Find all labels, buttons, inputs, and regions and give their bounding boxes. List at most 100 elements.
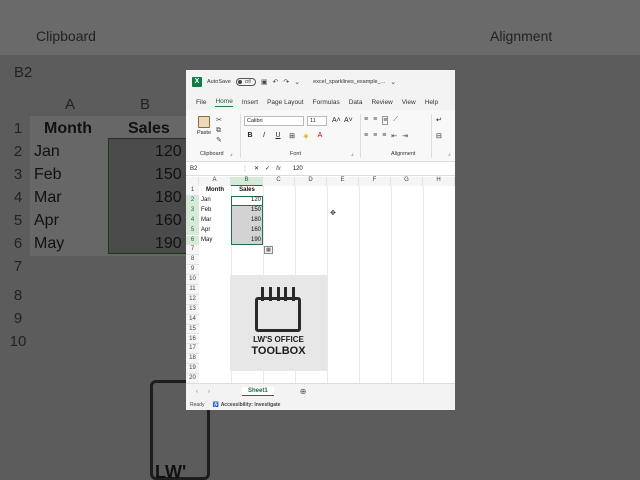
- fill-color-icon[interactable]: ◈: [302, 132, 310, 140]
- accessibility-status[interactable]: Accessibility: Investigate: [221, 402, 281, 408]
- copy-icon[interactable]: ⧉: [216, 126, 222, 136]
- column-header-a[interactable]: A: [199, 177, 231, 186]
- chevron-left-icon[interactable]: ‹: [196, 389, 198, 395]
- row-header[interactable]: 7: [186, 245, 199, 256]
- underline-button[interactable]: U: [274, 132, 282, 140]
- borders-icon[interactable]: ⊞: [288, 132, 296, 140]
- format-painter-icon[interactable]: ✎: [216, 136, 222, 146]
- tab-view[interactable]: View: [402, 99, 416, 106]
- alignment-launcher-icon[interactable]: ⌟: [448, 151, 451, 157]
- row-header[interactable]: 13: [186, 304, 199, 315]
- font-color-icon[interactable]: A: [316, 132, 324, 140]
- row-header[interactable]: 9: [186, 265, 199, 276]
- add-sheet-icon[interactable]: ⊕: [300, 387, 307, 396]
- table-cell-sales[interactable]: 160: [231, 226, 263, 236]
- name-box[interactable]: B2: [190, 166, 236, 172]
- quick-analysis-icon[interactable]: ▦: [264, 246, 273, 254]
- column-header-c[interactable]: C: [263, 177, 295, 186]
- row-header[interactable]: 6: [186, 235, 199, 246]
- tab-formulas[interactable]: Formulas: [313, 99, 340, 106]
- table-cell-month[interactable]: Feb: [199, 206, 231, 216]
- save-icon[interactable]: ▣: [261, 78, 268, 86]
- font-name-select[interactable]: Calibri: [244, 116, 304, 126]
- row-header[interactable]: 19: [186, 364, 199, 375]
- increase-indent-icon[interactable]: ⇥: [402, 132, 408, 140]
- sheet-tab-sheet1[interactable]: Sheet1: [242, 387, 274, 396]
- increase-font-size-icon[interactable]: A˄: [332, 117, 341, 124]
- row-header[interactable]: 17: [186, 344, 199, 355]
- column-header-g[interactable]: G: [391, 177, 423, 186]
- tab-home[interactable]: Home: [215, 98, 233, 107]
- row-header[interactable]: 15: [186, 324, 199, 335]
- worksheet-grid[interactable]: A B C D E F G H 1 2 3 4 5 6 7 8 9 10 11 …: [186, 177, 455, 384]
- table-cell-month[interactable]: Apr: [199, 226, 231, 236]
- table-header-month[interactable]: Month: [199, 186, 231, 196]
- align-middle-icon[interactable]: ≡: [373, 116, 377, 125]
- decrease-font-size-icon[interactable]: A˅: [344, 117, 353, 124]
- align-right-icon[interactable]: ≡: [382, 132, 386, 140]
- tab-page-layout[interactable]: Page Layout: [267, 99, 304, 106]
- align-bottom-icon[interactable]: ≡: [382, 116, 389, 125]
- row-header[interactable]: 14: [186, 314, 199, 325]
- tab-data[interactable]: Data: [349, 99, 363, 106]
- row-header[interactable]: 8: [186, 255, 199, 266]
- cut-icon[interactable]: ✂: [216, 116, 222, 126]
- toolbox-logo-image[interactable]: LW'S OFFICE TOOLBOX: [230, 275, 327, 371]
- row-header[interactable]: 18: [186, 354, 199, 365]
- merge-icon[interactable]: ⊟: [436, 132, 442, 140]
- customize-toolbar-icon[interactable]: ⌄: [294, 78, 300, 86]
- formula-input[interactable]: 120: [293, 166, 303, 172]
- insert-function-button[interactable]: fx: [276, 166, 281, 172]
- row-header[interactable]: 10: [186, 275, 199, 285]
- table-cell-sales[interactable]: 180: [231, 216, 263, 226]
- file-name[interactable]: excel_sparklines_example_...: [313, 79, 385, 85]
- wrap-text-icon[interactable]: ↵: [436, 116, 442, 124]
- column-header-h[interactable]: H: [423, 177, 455, 186]
- row-header[interactable]: 5: [186, 225, 199, 236]
- clipboard-launcher-icon[interactable]: ⌟: [230, 151, 233, 157]
- paste-button[interactable]: Paste: [196, 116, 212, 142]
- table-cell-month[interactable]: Mar: [199, 216, 231, 226]
- row-header[interactable]: 11: [186, 285, 199, 295]
- bold-button[interactable]: B: [246, 132, 254, 140]
- chevron-down-icon[interactable]: ⌄: [390, 78, 396, 86]
- cancel-formula-icon[interactable]: ✕: [254, 165, 259, 172]
- confirm-formula-icon[interactable]: ✓: [265, 165, 270, 172]
- align-top-icon[interactable]: ≡: [364, 116, 368, 125]
- row-header[interactable]: 4: [186, 215, 199, 226]
- table-cell-sales[interactable]: 190: [231, 236, 263, 246]
- column-header-e[interactable]: E: [327, 177, 359, 186]
- orientation-icon[interactable]: ⟋: [393, 116, 398, 125]
- font-size-select[interactable]: 11: [307, 116, 327, 126]
- table-cell-month[interactable]: May: [199, 236, 231, 246]
- table-cell-sales[interactable]: 120: [231, 196, 263, 206]
- autosave-toggle[interactable]: Off: [235, 78, 256, 86]
- font-launcher-icon[interactable]: ⌟: [351, 151, 354, 157]
- cursor-icon: ✥: [330, 210, 336, 217]
- chevron-right-icon[interactable]: ›: [208, 389, 210, 395]
- accessibility-icon[interactable]: ♿: [212, 402, 218, 408]
- row-header[interactable]: 3: [186, 205, 199, 216]
- table-cell-month[interactable]: Jan: [199, 196, 231, 206]
- table-cell-sales[interactable]: 150: [231, 206, 263, 216]
- undo-icon[interactable]: ↶: [272, 78, 278, 86]
- tab-insert[interactable]: Insert: [242, 99, 258, 106]
- column-header-d[interactable]: D: [295, 177, 327, 186]
- redo-icon[interactable]: ↷: [283, 78, 289, 86]
- select-all-corner[interactable]: [186, 177, 199, 186]
- tab-help[interactable]: Help: [425, 99, 438, 106]
- align-left-icon[interactable]: ≡: [364, 132, 368, 140]
- tab-review[interactable]: Review: [371, 99, 392, 106]
- tab-file[interactable]: File: [196, 99, 206, 106]
- row-header[interactable]: 1: [186, 186, 199, 196]
- decrease-indent-icon[interactable]: ⇤: [391, 132, 397, 140]
- row-header[interactable]: 16: [186, 334, 199, 345]
- background-row: 9: [13, 310, 23, 327]
- italic-button[interactable]: I: [260, 132, 268, 140]
- column-header-f[interactable]: F: [359, 177, 391, 186]
- align-center-icon[interactable]: ≡: [373, 132, 377, 140]
- row-header[interactable]: 12: [186, 294, 199, 305]
- row-header[interactable]: 2: [186, 195, 199, 206]
- column-header-b[interactable]: B: [231, 177, 263, 186]
- table-header-sales[interactable]: Sales: [231, 186, 263, 196]
